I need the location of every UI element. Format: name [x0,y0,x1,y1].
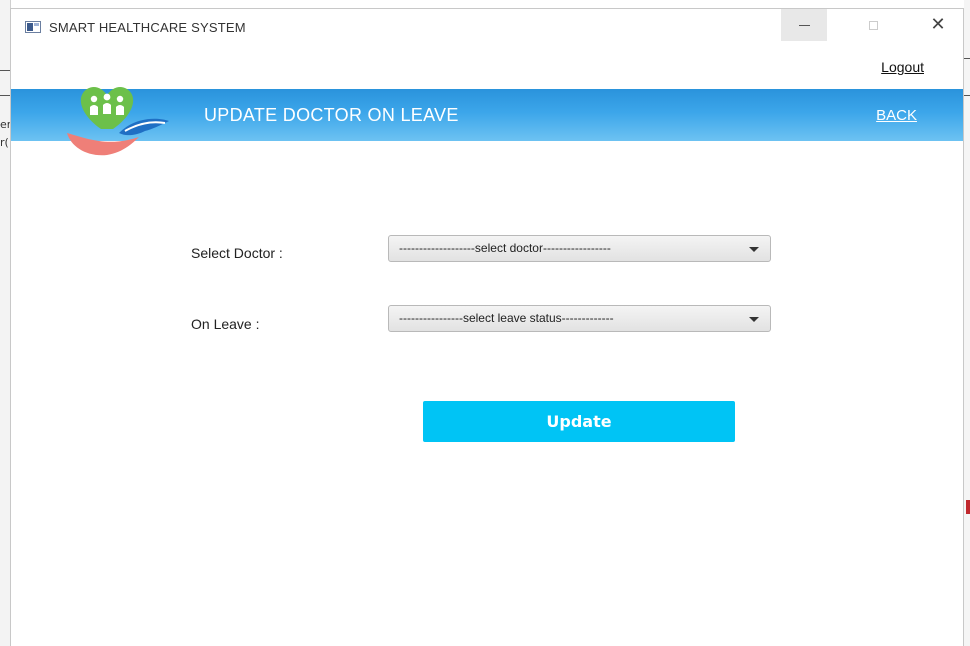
back-link[interactable]: BACK [876,107,917,124]
chevron-down-icon [749,317,759,322]
background-window-right-edge [964,0,970,646]
app-window: SMART HEALTHCARE SYSTEM ✕ Logout UPDATE … [10,8,964,646]
chevron-down-icon [749,247,759,252]
app-window-icon [25,21,41,33]
window-titlebar[interactable]: SMART HEALTHCARE SYSTEM ✕ [11,9,963,45]
close-icon: ✕ [930,14,946,35]
background-red-marker [966,500,970,514]
maximize-icon [868,20,878,30]
minimize-icon [798,24,810,26]
page-title: UPDATE DOCTOR ON LEAVE [204,105,459,125]
select-doctor-value: -------------------select doctor--------… [399,241,611,255]
leave-status-value: ----------------select leave status-----… [399,311,614,325]
background-divider [0,70,10,71]
logout-link[interactable]: Logout [881,59,924,75]
update-button[interactable]: Update [423,401,735,442]
select-doctor-label: Select Doctor : [191,245,283,261]
leave-status-dropdown[interactable]: ----------------select leave status-----… [388,305,771,332]
background-divider [964,95,970,96]
background-text-fragment: r( [0,136,9,149]
on-leave-label: On Leave : [191,316,260,332]
healthcare-heart-hands-icon [67,86,169,156]
background-divider [964,58,970,59]
background-divider [0,95,10,96]
maximize-button[interactable] [850,9,896,41]
window-title: SMART HEALTHCARE SYSTEM [49,20,246,35]
minimize-button[interactable] [781,9,827,41]
select-doctor-dropdown[interactable]: -------------------select doctor--------… [388,235,771,262]
close-button[interactable]: ✕ [915,9,961,41]
